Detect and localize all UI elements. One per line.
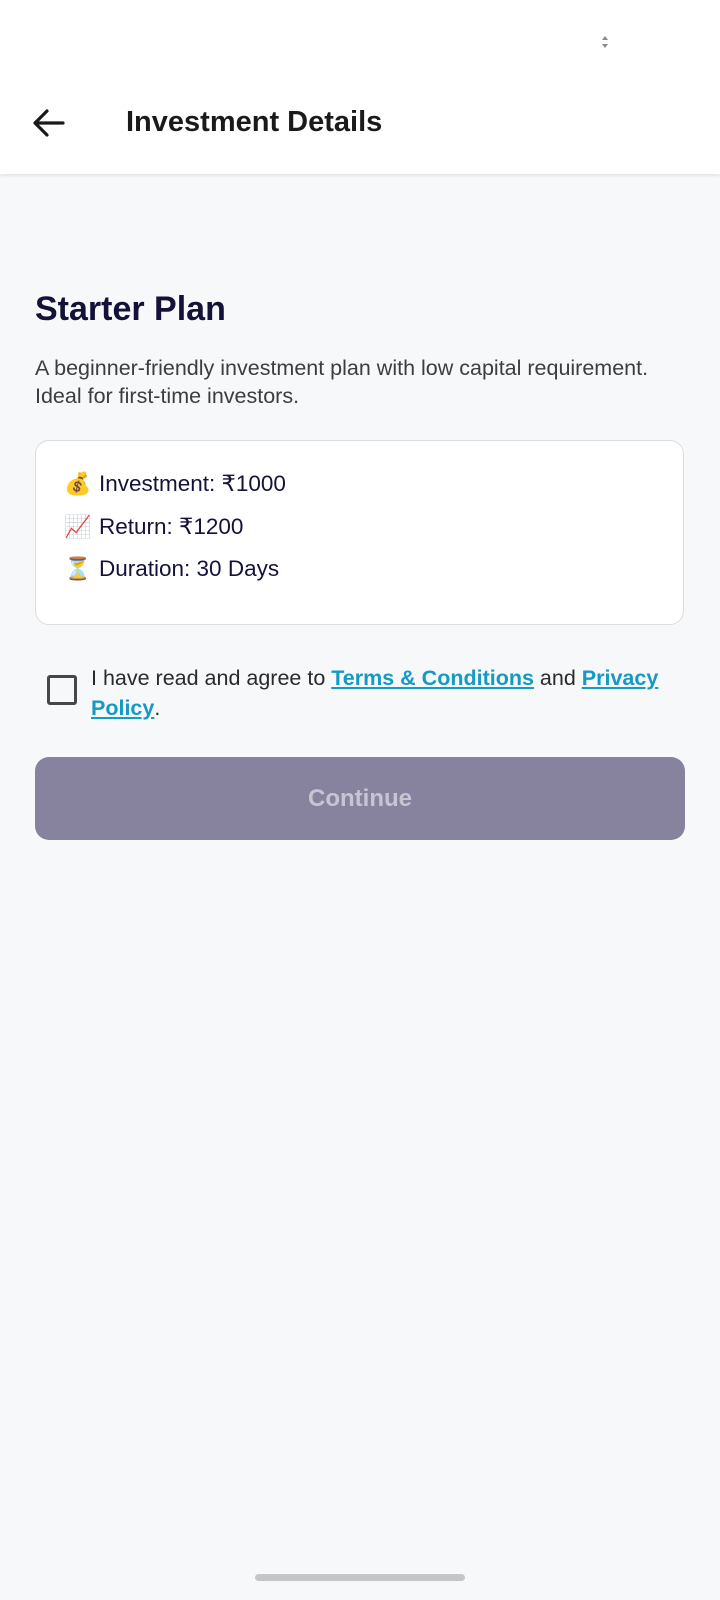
money-bag-icon: 💰	[64, 471, 92, 497]
agree-checkbox[interactable]	[47, 675, 77, 705]
agreement-text: I have read and agree to Terms & Conditi…	[91, 663, 681, 723]
plan-title: Starter Plan	[35, 290, 226, 328]
agreement-prefix: I have read and agree to	[91, 666, 332, 690]
plan-description: A beginner-friendly investment plan with…	[35, 356, 649, 408]
hourglass-icon: ⏳	[64, 556, 92, 582]
chart-increasing-icon: 📈	[64, 514, 92, 540]
detail-text-duration: Duration: 30 Days	[99, 556, 280, 581]
detail-text-return: Return: ₹1200	[99, 514, 244, 539]
continue-button[interactable]: Continue	[35, 757, 685, 840]
page-title: Investment Details	[126, 106, 383, 138]
detail-text-investment: Investment: ₹1000	[99, 471, 286, 496]
detail-row-investment: 💰 Investment: ₹1000	[64, 471, 286, 497]
detail-row-duration: ⏳ Duration: 30 Days	[64, 556, 279, 582]
plan-details-card: 💰 Investment: ₹1000 📈 Return: ₹1200 ⏳ Du…	[35, 440, 684, 625]
status-bar	[0, 0, 720, 84]
agreement-middle: and	[533, 666, 582, 690]
back-button[interactable]	[24, 98, 74, 148]
terms-link[interactable]: Terms & Conditions	[331, 666, 534, 690]
sort-arrows-icon	[602, 36, 608, 48]
home-indicator[interactable]	[255, 1574, 465, 1581]
app-bar: Investment Details	[0, 84, 720, 174]
detail-row-return: 📈 Return: ₹1200	[64, 514, 243, 540]
agreement-suffix: .	[154, 696, 161, 720]
arrow-left-icon	[33, 109, 65, 137]
